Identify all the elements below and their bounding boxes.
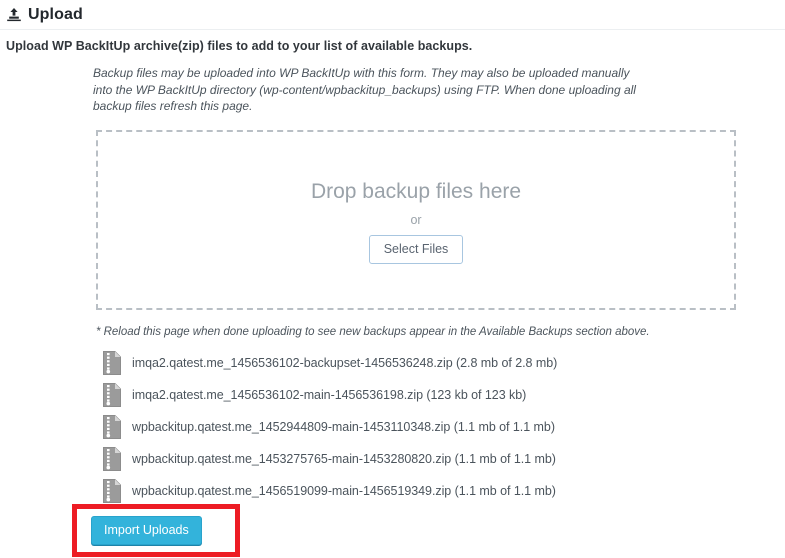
file-name: wpbackitup.qatest.me_1452944809-main-145… — [132, 419, 555, 434]
zip-file-icon — [103, 446, 121, 471]
table-row: imqa2.qatest.me_1456536102-main-14565361… — [0, 379, 785, 411]
upload-progress-bar — [637, 451, 732, 466]
file-name: imqa2.qatest.me_1456536102-backupset-145… — [132, 355, 558, 370]
table-row: wpbackitup.qatest.me_1453275765-main-145… — [0, 443, 785, 475]
upload-icon — [6, 7, 22, 23]
file-name: wpbackitup.qatest.me_1453275765-main-145… — [132, 451, 556, 466]
page-header: Upload — [0, 0, 785, 24]
zip-file-icon — [103, 414, 121, 439]
file-dropzone[interactable]: Drop backup files here or Select Files — [96, 129, 736, 310]
upload-progress-bar — [637, 387, 732, 402]
file-name: wpbackitup.qatest.me_1456519099-main-145… — [132, 483, 556, 498]
zip-file-icon — [103, 382, 121, 407]
annotation-highlight-box: Import Uploads — [72, 504, 240, 557]
dropzone-headline: Drop backup files here — [310, 179, 522, 203]
page-title: Upload — [28, 5, 83, 23]
page-subtitle: Upload WP BackItUp archive(zip) files to… — [6, 39, 473, 53]
intro-note: Backup files may be uploaded into WP Bac… — [93, 66, 636, 113]
table-row: wpbackitup.qatest.me_1456519099-main-145… — [0, 475, 785, 507]
file-name: imqa2.qatest.me_1456536102-main-14565361… — [132, 387, 527, 402]
footer-action-area: Import Uploads — [72, 504, 240, 557]
upload-progress-bar — [637, 419, 732, 434]
select-files-button[interactable]: Select Files — [368, 234, 464, 264]
upload-progress-bar — [637, 355, 732, 370]
uploaded-file-list: imqa2.qatest.me_1456536102-backupset-145… — [0, 347, 785, 507]
table-row: wpbackitup.qatest.me_1452944809-main-145… — [0, 411, 785, 443]
reload-note: * Reload this page when done uploading t… — [96, 325, 650, 338]
table-row: imqa2.qatest.me_1456536102-backupset-145… — [0, 347, 785, 379]
dropzone-or-label: or — [410, 212, 422, 227]
zip-file-icon — [103, 478, 121, 503]
dropzone-wrapper: Drop backup files here or Select Files — [96, 129, 785, 310]
upload-progress-bar — [637, 483, 732, 498]
import-uploads-button[interactable]: Import Uploads — [91, 516, 202, 545]
zip-file-icon — [103, 350, 121, 375]
